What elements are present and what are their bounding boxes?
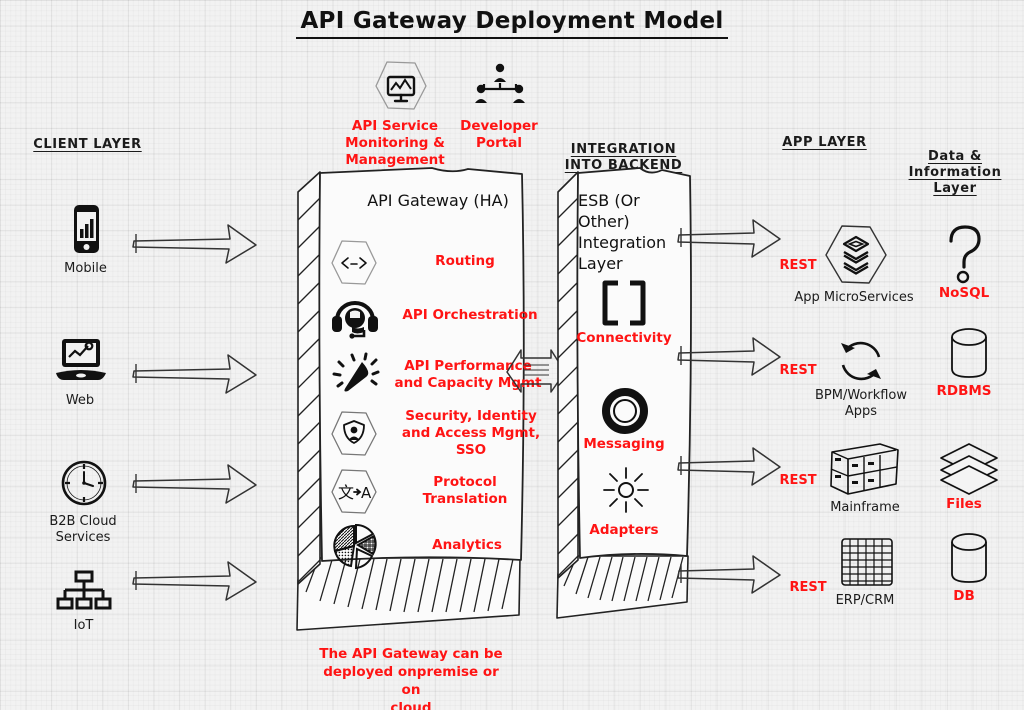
server-racks-icon <box>828 440 902 500</box>
client-node-web-label: Web <box>65 393 95 408</box>
data-node-rdbms-label: RDBMS <box>936 383 992 399</box>
arrow-b2b-to-gateway <box>132 464 257 504</box>
developer-portal-label: Developer Portal <box>460 118 538 151</box>
gateway-feature-analytics-label: Analytics <box>432 537 502 553</box>
translate-hexagon-icon: 文 A <box>328 466 380 518</box>
headset-icon <box>330 294 380 340</box>
arrow-mobile-to-gateway <box>132 224 257 264</box>
data-node-files-label: Files <box>946 496 982 512</box>
grid-icon <box>838 535 896 591</box>
client-node-b2b-label: B2B Cloud Services <box>49 514 117 545</box>
arrow-iot-to-gateway <box>132 561 257 601</box>
data-node-nosql-label: NoSQL <box>938 285 990 301</box>
app-node-erpcrm-label: ERP/CRM <box>835 593 895 608</box>
client-node-mobile-label: Mobile <box>64 261 107 276</box>
client-node-iot-label: IoT <box>73 618 94 633</box>
layer-header-app: APP LAYER <box>782 135 867 150</box>
gateway-feature-protocol-label: Protocol Translation <box>422 474 508 507</box>
clock-icon <box>59 458 109 508</box>
svg-text:文: 文 <box>338 483 354 502</box>
protocol-label-bpm: REST <box>779 363 817 378</box>
arrow-esb-to-bpm <box>677 337 781 376</box>
speedometer-icon <box>332 352 380 398</box>
shield-person-hexagon-icon <box>328 408 380 460</box>
arrow-web-to-gateway <box>132 354 257 394</box>
pie-chart-icon <box>332 523 380 572</box>
svg-text:A: A <box>361 484 372 502</box>
protocol-label-microservices: REST <box>779 258 817 273</box>
mobile-phone-icon <box>66 203 106 259</box>
cylinder-icon <box>945 325 993 383</box>
gateway-caption: The API Gateway can be deployed onpremis… <box>319 646 503 710</box>
gateway-feature-orchestration-label: API Orchestration <box>402 307 538 323</box>
esb-feature-connectivity-label: Connectivity <box>576 330 672 346</box>
app-node-bpm-label: BPM/Workflow Apps <box>814 388 908 419</box>
layer-header-data: Data & Information Layer <box>908 149 1002 196</box>
layers-hexagon-icon <box>822 223 890 289</box>
data-node-db-label: DB <box>953 588 975 604</box>
network-tree-icon <box>56 570 112 612</box>
app-node-microservices-label: App MicroServices <box>794 290 914 305</box>
brackets-icon <box>599 280 649 326</box>
sunburst-icon <box>602 466 650 514</box>
page-title: API Gateway Deployment Model <box>0 8 1024 39</box>
laptop-icon <box>50 335 112 387</box>
gateway-feature-routing-label: Routing <box>435 253 495 269</box>
ring-icon <box>602 388 648 434</box>
gateway-feature-security-label: Security, Identity and Access Mgmt, SSO <box>401 408 541 458</box>
protocol-label-mainframe: REST <box>779 473 817 488</box>
monitor-hexagon-icon <box>372 58 430 116</box>
layer-header-client: CLIENT LAYER <box>33 137 142 152</box>
arrow-esb-to-erpcrm <box>677 555 781 594</box>
people-org-icon <box>472 62 528 112</box>
question-mark-icon <box>942 223 986 287</box>
stacked-sheets-icon <box>937 440 1001 496</box>
arrow-esb-to-microservices <box>677 219 781 258</box>
api-gateway-title: API Gateway (HA) <box>367 191 509 210</box>
page-title-text: API Gateway Deployment Model <box>296 8 728 39</box>
cylinder-icon <box>945 530 993 588</box>
code-brackets-hexagon-icon <box>328 238 380 288</box>
esb-feature-messaging-label: Messaging <box>583 436 665 452</box>
diagram-canvas: API Gateway Deployment Model API Service… <box>0 0 1024 710</box>
cycle-arrows-icon <box>833 336 889 386</box>
arrow-esb-to-mainframe <box>677 447 781 486</box>
esb-title: ESB (Or Other) Integration Layer <box>578 191 667 273</box>
app-node-mainframe-label: Mainframe <box>830 500 900 515</box>
esb-feature-adapters-label: Adapters <box>589 522 659 538</box>
